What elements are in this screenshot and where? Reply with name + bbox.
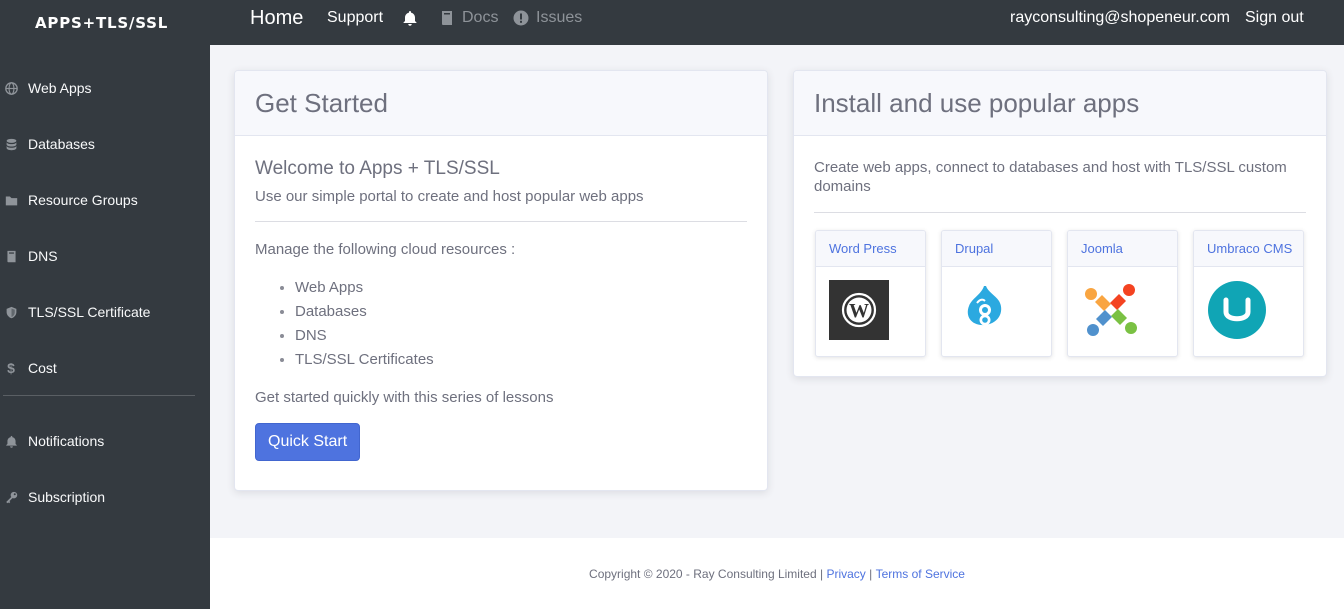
sidebar-item-label: TLS/SSL Certificate bbox=[28, 304, 151, 320]
app-card-title: Joomla bbox=[1068, 231, 1177, 267]
sidebar-item-label: Databases bbox=[28, 136, 95, 152]
app-card-umbraco[interactable]: Umbraco CMS bbox=[1193, 230, 1304, 357]
wordpress-logo-icon: W bbox=[816, 267, 925, 340]
sidebar-item-dns[interactable]: DNS bbox=[0, 244, 58, 268]
get-started-card: Get Started Welcome to Apps + TLS/SSL Us… bbox=[234, 70, 768, 491]
popular-apps-header: Install and use popular apps bbox=[794, 71, 1326, 136]
app-grid: Word Press W Drupal Joomla Umbraco CMS bbox=[815, 230, 1306, 357]
list-item: DNS bbox=[295, 324, 747, 348]
welcome-title: Welcome to Apps + TLS/SSL bbox=[255, 158, 500, 179]
get-started-header: Get Started bbox=[235, 71, 767, 136]
get-started-body: Welcome to Apps + TLS/SSL Use our simple… bbox=[235, 136, 767, 481]
sidebar-item-label: Subscription bbox=[28, 489, 106, 505]
footer-separator: | bbox=[869, 566, 873, 581]
resource-list: Web Apps Databases DNS TLS/SSL Certifica… bbox=[255, 276, 747, 372]
app-card-drupal[interactable]: Drupal bbox=[941, 230, 1052, 357]
quick-start-button[interactable]: Quick Start bbox=[255, 423, 361, 461]
nav-issues-label: Issues bbox=[536, 9, 583, 26]
signout-link[interactable]: Sign out bbox=[1245, 0, 1304, 36]
sidebar-item-subscription[interactable]: Subscription bbox=[0, 485, 105, 509]
app-card-title: Drupal bbox=[942, 231, 1051, 267]
list-item: Databases bbox=[295, 300, 747, 324]
sidebar-item-tls-ssl-certificate[interactable]: TLS/SSL Certificate bbox=[0, 300, 150, 324]
terms-of-service-link[interactable]: Terms of Service bbox=[876, 567, 965, 581]
umbraco-logo-icon bbox=[1194, 267, 1303, 340]
svg-text:W: W bbox=[849, 300, 869, 322]
book-icon bbox=[4, 249, 18, 263]
popular-apps-description: Create web apps, connect to databases an… bbox=[814, 159, 1287, 195]
nav-docs-link[interactable]: Docs bbox=[439, 0, 498, 36]
nav-issues-link[interactable]: Issues bbox=[513, 0, 582, 36]
folder-icon bbox=[4, 193, 18, 207]
nav-home-link[interactable]: Home bbox=[250, 0, 303, 36]
dollar-icon: $ bbox=[7, 360, 15, 376]
sidebar-item-label: Notifications bbox=[28, 433, 105, 449]
sidebar-item-label: Cost bbox=[28, 360, 57, 376]
divider bbox=[255, 221, 747, 222]
top-navbar: Home Support Docs Issues rayconsulting@s… bbox=[210, 0, 1344, 45]
divider bbox=[814, 212, 1306, 213]
sidebar-item-label: DNS bbox=[28, 248, 58, 264]
app-card-title: Word Press bbox=[816, 231, 925, 267]
list-item: Web Apps bbox=[295, 276, 747, 300]
sidebar-item-notifications[interactable]: Notifications bbox=[0, 429, 104, 453]
app-card-title: Umbraco CMS bbox=[1194, 231, 1303, 267]
globe-icon bbox=[4, 81, 18, 95]
brand-title[interactable]: APPS+TLS/SSL bbox=[0, 0, 210, 45]
sidebar-item-web-apps[interactable]: Web Apps bbox=[0, 76, 92, 100]
sidebar: APPS+TLS/SSL Web Apps Databases Resource… bbox=[0, 0, 210, 609]
nav-docs-label: Docs bbox=[462, 9, 499, 26]
shield-icon bbox=[4, 305, 18, 319]
manage-resources-text: Manage the following cloud resources : bbox=[255, 241, 516, 258]
bell-icon bbox=[4, 434, 18, 448]
app-card-wordpress[interactable]: Word Press W bbox=[815, 230, 926, 357]
database-icon bbox=[4, 137, 18, 151]
sidebar-item-label: Resource Groups bbox=[28, 192, 138, 208]
key-icon bbox=[4, 490, 18, 504]
drupal-logo-icon bbox=[942, 267, 1051, 340]
footer: Copyright © 2020 - Ray Consulting Limite… bbox=[210, 538, 1344, 609]
bell-icon bbox=[402, 10, 418, 26]
list-item: TLS/SSL Certificates bbox=[295, 348, 747, 372]
popular-apps-card: Install and use popular apps Create web … bbox=[793, 70, 1327, 377]
sidebar-item-databases[interactable]: Databases bbox=[0, 132, 95, 156]
sidebar-divider bbox=[3, 395, 195, 396]
book-icon bbox=[439, 10, 455, 26]
user-email[interactable]: rayconsulting@shopeneur.com bbox=[1010, 0, 1230, 36]
sidebar-item-resource-groups[interactable]: Resource Groups bbox=[0, 188, 138, 212]
app-card-joomla[interactable]: Joomla bbox=[1067, 230, 1178, 357]
nav-support-link[interactable]: Support bbox=[327, 0, 383, 36]
joomla-logo-icon bbox=[1068, 267, 1177, 340]
privacy-link[interactable]: Privacy bbox=[826, 567, 865, 581]
welcome-subtitle: Use our simple portal to create and host… bbox=[255, 188, 644, 205]
popular-apps-body: Create web apps, connect to databases an… bbox=[794, 136, 1326, 376]
footer-copyright: Copyright © 2020 - Ray Consulting Limite… bbox=[589, 566, 824, 581]
exclamation-circle-icon bbox=[513, 10, 529, 26]
sidebar-item-cost[interactable]: $ Cost bbox=[0, 356, 57, 380]
sidebar-item-label: Web Apps bbox=[28, 80, 92, 96]
nav-notifications-button[interactable] bbox=[402, 0, 425, 36]
lessons-text: Get started quickly with this series of … bbox=[255, 389, 554, 406]
